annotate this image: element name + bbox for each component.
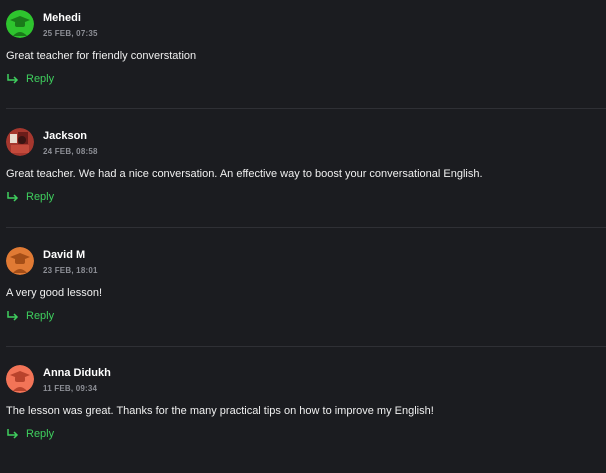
comment-text: Great teacher. We had a nice conversatio… bbox=[6, 168, 483, 180]
comment-date: 24 FEB, 08:58 bbox=[43, 147, 98, 156]
comment-item: Mehedi 25 FEB, 07:35 Great teacher for f… bbox=[0, 0, 606, 118]
comment-item: David M 23 FEB, 18:01 A very good lesson… bbox=[0, 237, 606, 355]
user-photo-avatar bbox=[6, 128, 34, 156]
comment-author[interactable]: Anna Didukh bbox=[43, 367, 111, 379]
reply-button[interactable]: Reply bbox=[6, 191, 54, 203]
student-avatar-icon bbox=[6, 247, 34, 275]
reply-arrow-icon bbox=[7, 311, 19, 321]
comment-date: 23 FEB, 18:01 bbox=[43, 266, 98, 275]
comment-date: 11 FEB, 09:34 bbox=[43, 384, 98, 393]
reply-label: Reply bbox=[26, 310, 55, 322]
comment-date: 25 FEB, 07:35 bbox=[43, 29, 98, 38]
comment-text: Great teacher for friendly converstation bbox=[6, 50, 197, 62]
reply-button[interactable]: Reply bbox=[6, 428, 54, 440]
reply-label: Reply bbox=[26, 428, 55, 440]
comment-author[interactable]: Mehedi bbox=[43, 12, 81, 24]
comment-author[interactable]: Jackson bbox=[43, 130, 87, 142]
comment-text: The lesson was great. Thanks for the man… bbox=[6, 405, 434, 417]
comment-item: Anna Didukh 11 FEB, 09:34 The lesson was… bbox=[0, 355, 606, 473]
comment-text: A very good lesson! bbox=[6, 287, 103, 299]
reply-label: Reply bbox=[26, 191, 55, 203]
reply-arrow-icon bbox=[7, 74, 19, 84]
comment-author[interactable]: David M bbox=[43, 249, 85, 261]
divider bbox=[6, 227, 606, 228]
avatar[interactable] bbox=[6, 10, 34, 38]
reply-button[interactable]: Reply bbox=[6, 310, 54, 322]
divider bbox=[6, 346, 606, 347]
divider bbox=[6, 108, 606, 109]
student-avatar-icon bbox=[6, 365, 34, 393]
reply-button[interactable]: Reply bbox=[6, 73, 54, 85]
student-avatar-icon bbox=[6, 10, 34, 38]
comment-item: Jackson 24 FEB, 08:58 Great teacher. We … bbox=[0, 118, 606, 236]
reply-arrow-icon bbox=[7, 429, 19, 439]
reply-label: Reply bbox=[26, 73, 55, 85]
avatar[interactable] bbox=[6, 247, 34, 275]
avatar[interactable] bbox=[6, 128, 34, 156]
avatar[interactable] bbox=[6, 365, 34, 393]
reply-arrow-icon bbox=[7, 192, 19, 202]
